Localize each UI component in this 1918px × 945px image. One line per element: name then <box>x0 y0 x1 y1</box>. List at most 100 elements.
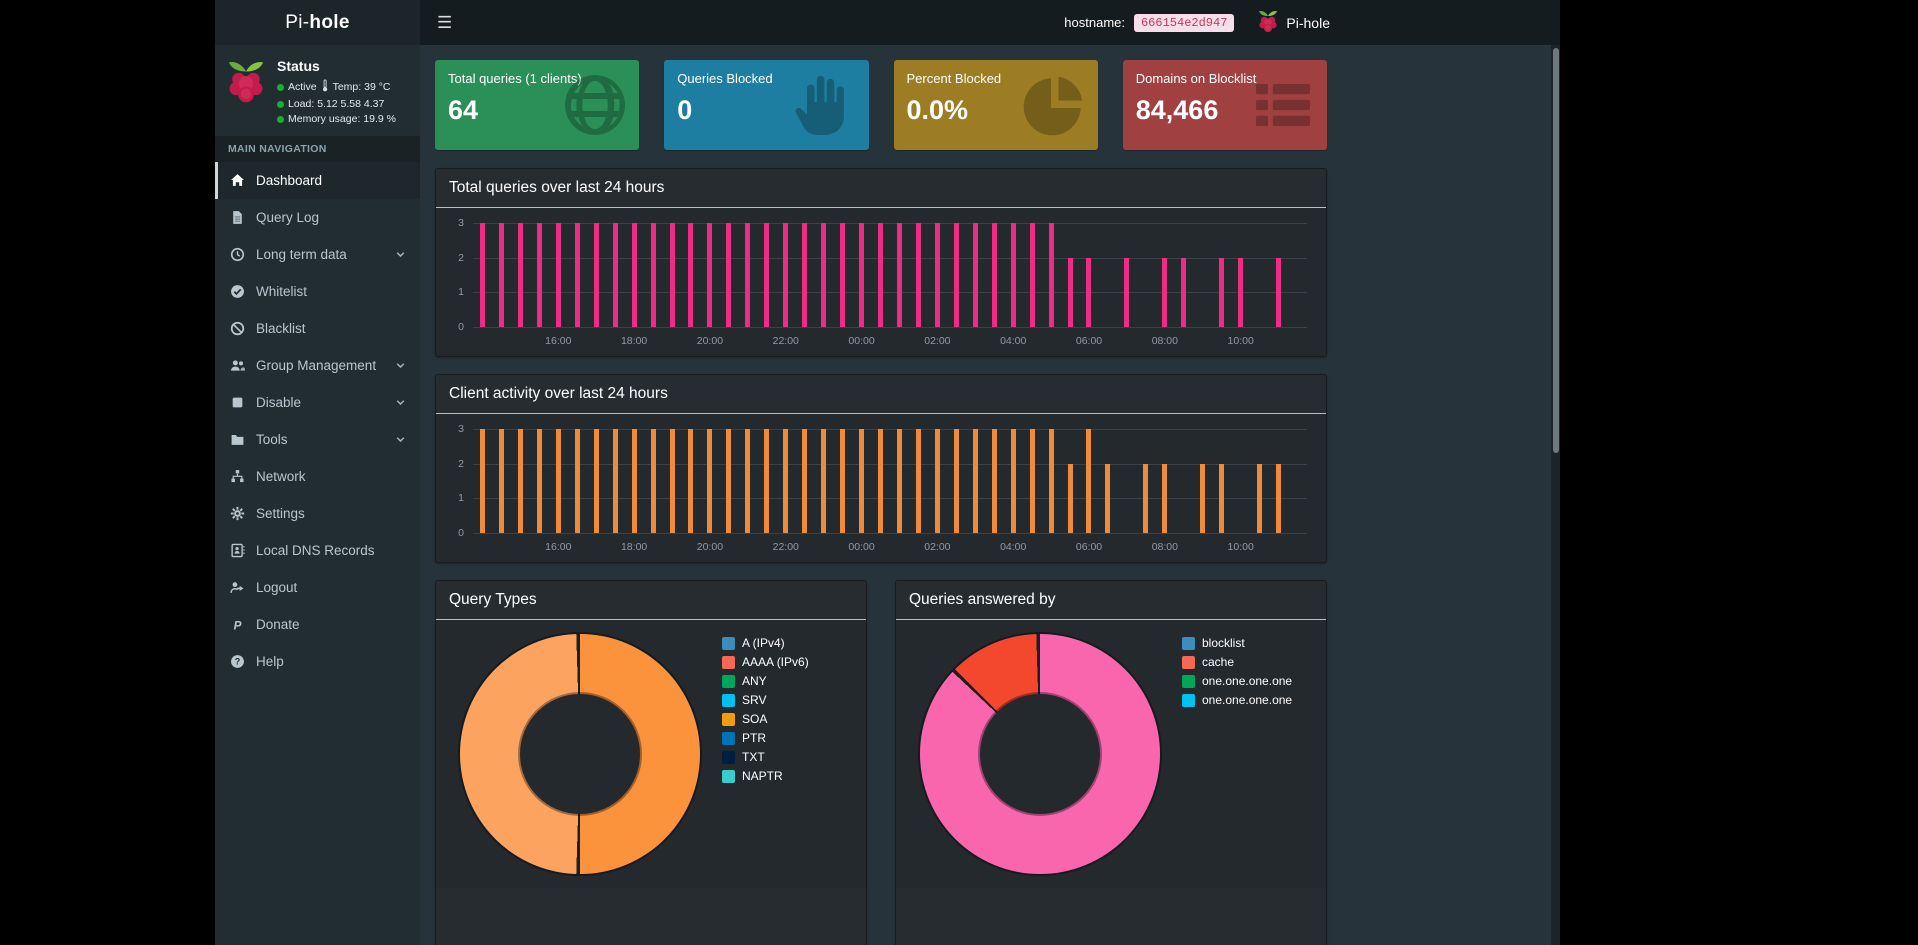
sidebar-item-whitelist[interactable]: Whitelist <box>215 273 420 310</box>
plot-area <box>473 223 1307 328</box>
sidebar-item-long-term-data[interactable]: Long term data <box>215 236 420 273</box>
axis-tick-label: 04:00 <box>1000 335 1027 347</box>
legend-item[interactable]: ANY <box>722 674 809 688</box>
sidebar-item-blacklist[interactable]: Blacklist <box>215 310 420 347</box>
bar-slot <box>681 223 700 327</box>
users-icon <box>229 358 246 373</box>
legend-item[interactable]: cache <box>1182 655 1292 669</box>
sidebar-item-label: Query Log <box>256 210 320 225</box>
legend-item[interactable]: SRV <box>722 693 809 707</box>
sidebar-toggle-button[interactable]: ☰ <box>420 0 469 45</box>
window-scrollbar[interactable] <box>1551 45 1560 945</box>
scrollbar-thumb[interactable] <box>1552 48 1559 453</box>
app-logo[interactable]: Pi-hole <box>215 0 420 45</box>
y-axis: 0 1 2 3 <box>449 217 468 333</box>
sidebar-item-help[interactable]: ? Help <box>215 643 420 680</box>
legend-swatch <box>722 636 735 650</box>
bar-slot <box>700 223 719 327</box>
axis-tick-label: 02:00 <box>924 541 951 553</box>
legend-label: PTR <box>742 731 766 745</box>
client-activity-panel: Client activity over last 24 hours 0 1 2 3 1… <box>435 374 1327 563</box>
sidebar-item-group-management[interactable]: Group Management <box>215 347 420 384</box>
bar <box>536 429 542 533</box>
legend-item[interactable]: NAPTR <box>722 769 809 783</box>
legend-swatch <box>722 769 735 783</box>
bar <box>574 429 580 533</box>
legend-swatch <box>722 731 735 745</box>
axis-tick-label: 00:00 <box>848 541 875 553</box>
bar-slot <box>492 429 511 533</box>
bar-slot <box>1004 429 1023 533</box>
bar-slot <box>966 223 985 327</box>
pihole-window: Pi-hole ☰ hostname: 666154e2d947 Pi-hole <box>215 0 1560 945</box>
bar-slot <box>511 429 530 533</box>
legend-item[interactable]: one.one.one.one <box>1182 693 1292 707</box>
bars <box>473 429 1307 533</box>
axis-tick-label: 08:00 <box>1151 335 1178 347</box>
sidebar-item-disable[interactable]: Disable <box>215 384 420 421</box>
bar <box>517 429 523 533</box>
bar-slot <box>985 223 1004 327</box>
axis-tick-label: 20:00 <box>696 335 724 347</box>
axis-tick-label: 00:00 <box>848 335 875 347</box>
bar <box>915 429 921 533</box>
bar-slot <box>1193 223 1212 327</box>
bar-slot <box>568 223 587 327</box>
bar-slot <box>947 223 966 327</box>
legend-item[interactable]: TXT <box>722 750 809 764</box>
status-load-line: Load: 5.12 5.58 4.37 <box>277 98 396 110</box>
legend-item[interactable]: PTR <box>722 731 809 745</box>
sidebar-item-logout[interactable]: Logout <box>215 569 420 606</box>
bar-slot <box>473 223 492 327</box>
bar <box>1276 257 1281 327</box>
logout-icon <box>229 580 246 595</box>
sidebar-item-query-log[interactable]: Query Log <box>215 199 420 236</box>
logo-text: Pi-hole <box>285 11 350 33</box>
legend-item[interactable]: blocklist <box>1182 636 1292 650</box>
address-book-icon <box>229 543 246 558</box>
chevron-down-icon <box>395 434 406 445</box>
bar-slot <box>719 223 738 327</box>
screen: Pi-hole ☰ hostname: 666154e2d947 Pi-hole <box>0 0 1918 945</box>
folder-icon <box>229 432 246 447</box>
legend-item[interactable]: A (IPv4) <box>722 636 809 650</box>
panel-title: Query Types <box>449 591 537 608</box>
pie-icon <box>1018 69 1090 141</box>
axis-tick-label: 16:00 <box>545 335 572 347</box>
legend-item[interactable]: AAAA (IPv6) <box>722 655 809 669</box>
navbar-right: hostname: 666154e2d947 Pi-hole <box>1064 0 1330 45</box>
bar <box>783 223 789 327</box>
axis-tick-label: 18:00 <box>620 541 648 553</box>
sidebar-item-dashboard[interactable]: Dashboard <box>215 162 420 199</box>
queries-answered-panel: Queries answered by blocklist cache one.on… <box>895 580 1327 945</box>
brand[interactable]: Pi-hole <box>1257 9 1330 37</box>
bar-slot <box>606 429 625 533</box>
bar <box>896 429 902 533</box>
gridline <box>473 533 1307 534</box>
bar-slot <box>890 429 909 533</box>
sidebar-item-label: Help <box>256 654 284 669</box>
sidebar-item-donate[interactable]: P Donate <box>215 606 420 643</box>
bar <box>745 429 751 533</box>
sidebar-item-local-dns-records[interactable]: Local DNS Records <box>215 532 420 569</box>
bar <box>1105 463 1111 533</box>
sidebar-item-network[interactable]: Network <box>215 458 420 495</box>
axis-tick-label: 04:00 <box>1000 541 1027 553</box>
legend-item[interactable]: one.one.one.one <box>1182 674 1292 688</box>
bar-slot <box>1098 223 1117 327</box>
sidebar-item-label: Settings <box>256 506 305 521</box>
ban-icon <box>229 321 246 336</box>
bar <box>1276 463 1281 533</box>
bar-slot <box>928 223 947 327</box>
sidebar-item-tools[interactable]: Tools <box>215 421 420 458</box>
legend-item[interactable]: SOA <box>722 712 809 726</box>
donut-row: Query Types A (IPv4) AAAA (IPv6) ANY SRV SOA… <box>435 580 1327 945</box>
bar-slot <box>1117 223 1136 327</box>
bar <box>479 429 485 533</box>
bar-slot <box>473 429 492 533</box>
bar <box>1086 257 1092 327</box>
sidebar-item-settings[interactable]: Settings <box>215 495 420 532</box>
legend-label: cache <box>1202 655 1235 669</box>
bar <box>764 429 770 533</box>
x-axis: 16:00 18:00 20:00 22:00 00:00 02:00 04:00 06:00… <box>473 538 1307 554</box>
